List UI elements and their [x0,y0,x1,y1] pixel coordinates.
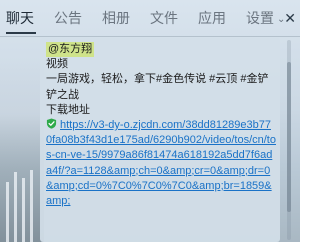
tab-apps[interactable]: 应用 [188,0,236,36]
background-art [0,60,44,242]
tab-album[interactable]: 相册 [92,0,140,36]
shield-check-icon [46,118,57,129]
mention-tag[interactable]: @东方翔 [46,42,95,58]
message-line: 下载地址 [46,103,90,116]
message-bubble: @东方翔 视频 一局游戏，轻松，拿下#金色传说 #云顶 #金铲铲之战 下载地址 … [40,38,280,242]
message-line: 一局游戏，轻松，拿下#金色传说 #云顶 #金铲铲之战 [46,73,269,101]
scrollbar-thumb[interactable] [287,62,291,212]
tab-divider [0,36,300,37]
message-line: 视频 [46,58,68,71]
tab-bar: 聊天 公告 相册 文件 应用 设置 ⌄ [0,0,300,36]
message-content: @东方翔 视频 一局游戏，轻松，拿下#金色传说 #云顶 #金铲铲之战 下载地址 … [46,42,276,209]
close-icon[interactable]: ✕ [284,9,296,27]
tab-settings-label: 设置 [246,10,274,26]
tab-announcement[interactable]: 公告 [44,0,92,36]
tab-files[interactable]: 文件 [140,0,188,36]
video-download-link[interactable]: https://v3-dy-o.zjcdn.com/38dd81289e3b77… [46,119,276,207]
chat-window: 聊天 公告 相册 文件 应用 设置 ⌄ ✕ @东方翔 视频 一局游戏，轻松，拿下#… [0,0,300,242]
tab-chat[interactable]: 聊天 [0,0,44,36]
scrollbar-track[interactable] [287,40,291,240]
